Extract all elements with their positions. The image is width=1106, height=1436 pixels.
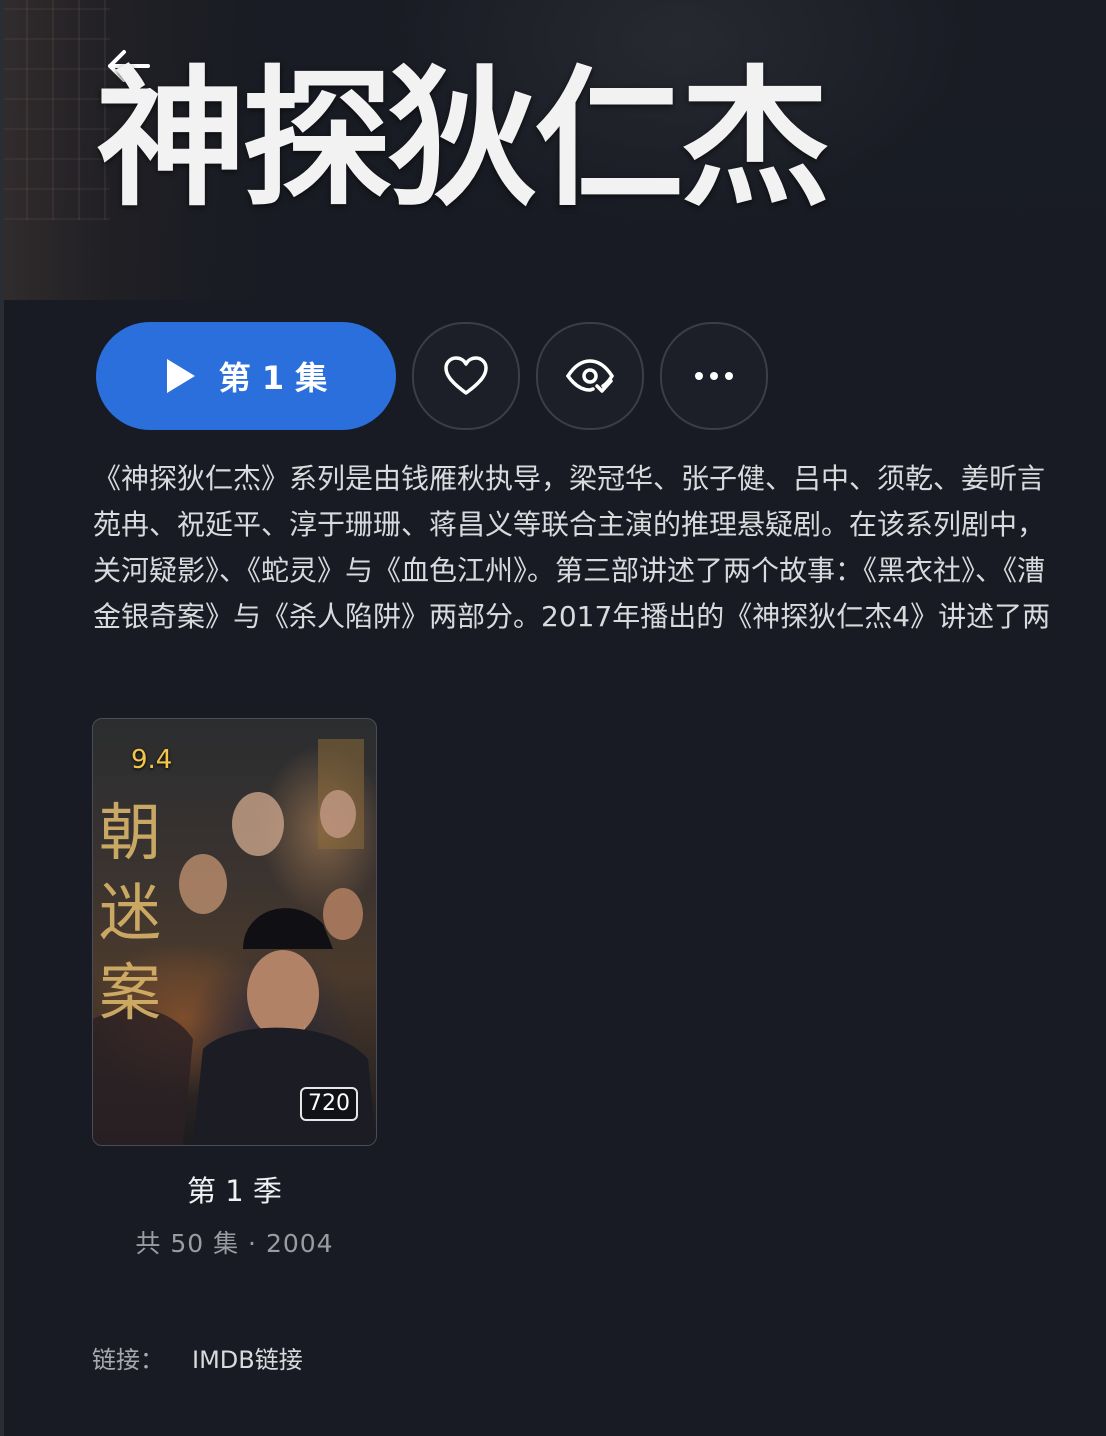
more-options-button[interactable]: [660, 322, 768, 430]
season-poster[interactable]: 朝 迷 案 9.4 720: [92, 718, 377, 1146]
imdb-link[interactable]: IMDB链接: [192, 1340, 303, 1375]
series-description: 《神探狄仁杰》系列是由钱雁秋执导，梁冠华、张子健、吕中、须乾、姜昕言 苑冉、祝延…: [93, 456, 1106, 640]
description-line: 苑冉、祝延平、淳于珊珊、蒋昌义等联合主演的推理悬疑剧。在该系列剧中，: [93, 508, 1046, 541]
svg-text:朝: 朝: [99, 796, 161, 869]
quality-badge: 720: [300, 1087, 358, 1121]
play-episode-button[interactable]: 第 1 集: [96, 322, 396, 430]
hero-backdrop-lattice: [0, 0, 110, 220]
eye-check-icon: [566, 359, 615, 393]
svg-text:迷: 迷: [99, 876, 161, 949]
action-bar: 第 1 集: [96, 322, 768, 430]
mark-watched-button[interactable]: [536, 322, 644, 430]
series-title: 神探狄仁杰: [96, 51, 830, 227]
play-episode-label: 第 1 集: [218, 359, 328, 397]
season-card[interactable]: 朝 迷 案 9.4 720 第 1 季 共 50 集 · 2004: [92, 718, 377, 1260]
play-icon: [166, 359, 195, 393]
rating-badge: 9.4: [131, 745, 173, 775]
favorite-button[interactable]: [412, 322, 520, 430]
links-label: 链接：: [92, 1346, 164, 1374]
links-row: 链接： IMDB链接: [92, 1340, 303, 1375]
more-horizontal-icon: [695, 372, 733, 380]
description-line: 关河疑影》、《蛇灵》与《血色江州》。第三部讲述了两个故事：《黑衣社》、《漕: [93, 554, 1046, 587]
window-edge: [0, 0, 4, 1436]
svg-text:案: 案: [99, 956, 161, 1029]
poster-artwork: 朝 迷 案: [93, 739, 376, 1145]
description-line: 金银奇案》与《杀人陷阱》两部分。2017年播出的《神探狄仁杰4》讲述了两: [93, 600, 1051, 633]
season-meta: 共 50 集 · 2004: [135, 1229, 334, 1258]
description-line: 《神探狄仁杰》系列是由钱雁秋执导，梁冠华、张子健、吕中、须乾、姜昕言: [93, 462, 1046, 495]
season-title[interactable]: 第 1 季: [92, 1168, 377, 1210]
heart-icon: [444, 356, 488, 395]
